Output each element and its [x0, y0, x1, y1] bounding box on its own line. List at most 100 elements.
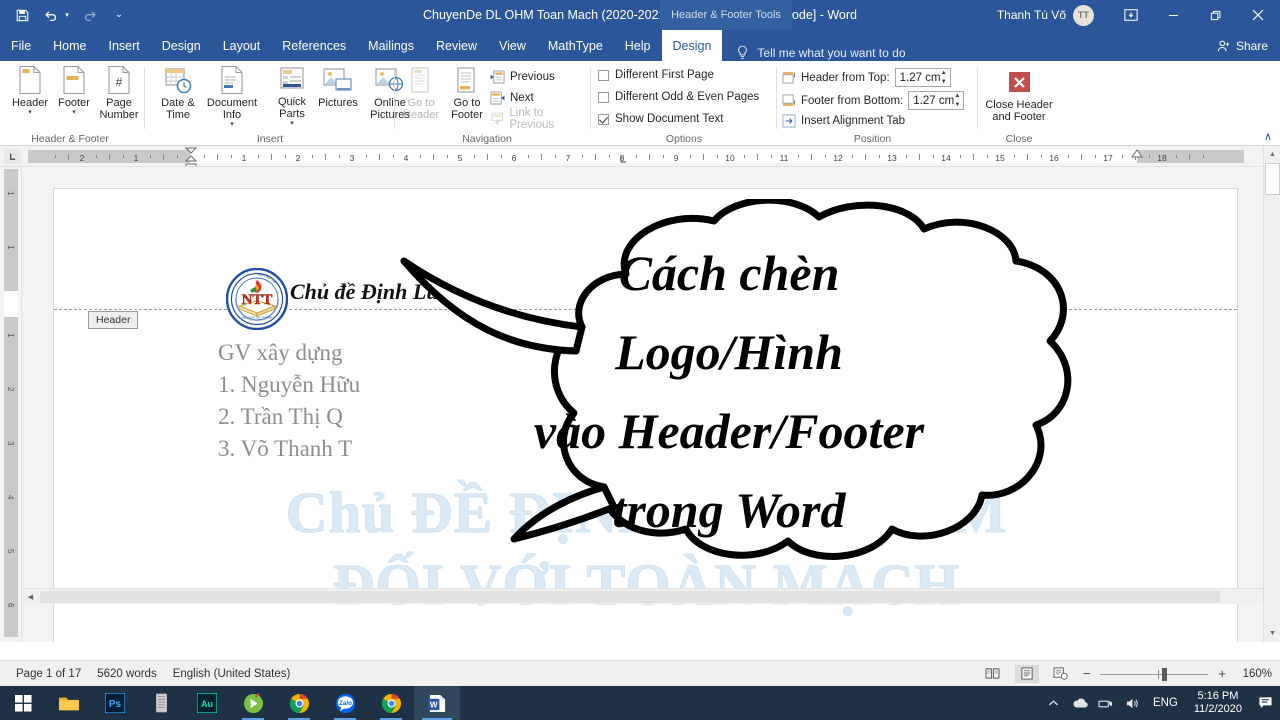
- tab-layout[interactable]: Layout: [212, 30, 272, 61]
- tab-help[interactable]: Help: [614, 30, 662, 61]
- link-to-previous-icon: [491, 112, 504, 125]
- quick-parts-icon: [279, 65, 305, 94]
- chrome-2-icon[interactable]: [368, 686, 414, 720]
- ruler-tick: 3: [349, 153, 355, 163]
- page-number-button[interactable]: # Page Number: [90, 65, 148, 127]
- zoom-out-button[interactable]: −: [1083, 666, 1091, 681]
- word-count[interactable]: 5620 words: [97, 668, 156, 680]
- show-document-text-checkbox[interactable]: Show Document Text: [598, 113, 723, 125]
- ruler-tick: 7: [565, 153, 571, 163]
- action-center-icon[interactable]: [1250, 686, 1280, 720]
- horizontal-scroll-thumb[interactable]: [40, 590, 1220, 603]
- document-info-button[interactable]: Document Info ▾: [200, 65, 264, 128]
- go-to-footer-button[interactable]: Go to Footer: [444, 65, 490, 127]
- link-to-previous-button[interactable]: Link to Previous: [490, 107, 588, 131]
- ribbon-separator-1: [144, 67, 145, 129]
- unikey-icon[interactable]: [138, 686, 184, 720]
- different-first-page-checkbox[interactable]: Different First Page: [598, 69, 714, 81]
- close-button[interactable]: [1236, 0, 1280, 30]
- scroll-down-icon[interactable]: ▼: [1264, 625, 1280, 642]
- start-button[interactable]: [0, 686, 46, 720]
- tab-mathtype[interactable]: MathType: [537, 30, 614, 61]
- school-logo[interactable]: TRUONG THPT NTT NGUYEN TAT THANH: [225, 267, 289, 331]
- zoom-slider-knob[interactable]: [1162, 667, 1168, 681]
- previous-label: Previous: [510, 71, 555, 83]
- show-hidden-icons[interactable]: [1041, 686, 1067, 720]
- zoom-in-button[interactable]: +: [1218, 666, 1226, 681]
- collapse-ribbon-icon[interactable]: ∧: [1264, 130, 1272, 143]
- read-mode-icon[interactable]: [981, 665, 1005, 683]
- checkbox-box: [598, 91, 609, 103]
- avatar[interactable]: TT: [1073, 4, 1094, 26]
- share-button[interactable]: Share: [1217, 30, 1268, 61]
- tell-me-box[interactable]: Tell me what you want to do: [736, 45, 906, 61]
- horizontal-scrollbar[interactable]: ◀ ▶: [22, 588, 1280, 604]
- close-header-footer-button[interactable]: Close Header and Footer: [977, 67, 1061, 129]
- restore-button[interactable]: [1194, 0, 1236, 30]
- tab-design[interactable]: Design: [151, 30, 212, 61]
- document-info-caret-icon[interactable]: ▾: [230, 121, 234, 128]
- zalo-icon[interactable]: Zalo: [322, 686, 368, 720]
- clock-time: 5:16 PM: [1197, 690, 1239, 702]
- page-indicator[interactable]: Page 1 of 17: [16, 668, 81, 680]
- vertical-scrollbar[interactable]: ▲ ▼: [1263, 146, 1280, 642]
- ribbon-display-options-icon[interactable]: [1110, 0, 1152, 30]
- tab-header-footer-design[interactable]: Design: [661, 30, 723, 61]
- different-odd-even-checkbox[interactable]: Different Odd & Even Pages: [598, 91, 759, 103]
- tab-stop-selector[interactable]: [4, 149, 21, 164]
- document-canvas[interactable]: Chủ ĐỀ ĐỊNH LUẬT OHM ĐỐI VỚI TOÀN MẠCH H…: [22, 167, 1280, 642]
- spinner-arrows[interactable]: ▲ ▼: [954, 93, 960, 108]
- web-layout-icon[interactable]: [1049, 665, 1073, 683]
- volume-icon[interactable]: [1119, 686, 1145, 720]
- tab-mailings[interactable]: Mailings: [357, 30, 425, 61]
- tab-view[interactable]: View: [488, 30, 537, 61]
- tab-file[interactable]: File: [0, 30, 42, 61]
- insert-alignment-tab-button[interactable]: Insert Alignment Tab: [782, 114, 905, 128]
- footer-icon: [61, 65, 87, 95]
- date-time-button[interactable]: Date & Time: [152, 65, 204, 127]
- footer-from-bottom-input[interactable]: 1.27 cm ▲ ▼: [908, 91, 965, 110]
- footer-caret-icon[interactable]: ▾: [72, 109, 76, 116]
- zoom-level[interactable]: 160%: [1236, 668, 1272, 680]
- ribbon-group-navigation: Go to Header Go to Footer Previous Next …: [398, 61, 588, 146]
- tab-insert[interactable]: Insert: [98, 30, 151, 61]
- network-icon[interactable]: [1093, 686, 1119, 720]
- horizontal-ruler[interactable]: 2 1 1 2 3 4 5 6 7 8 9 10 11 12 13 14 15 …: [0, 146, 1280, 167]
- vertical-scroll-thumb[interactable]: [1265, 163, 1280, 195]
- word-icon[interactable]: W: [414, 686, 460, 720]
- header-button-label: Header: [11, 97, 49, 109]
- next-button[interactable]: Next: [490, 89, 534, 107]
- clock-date: 11/2/2020: [1193, 703, 1242, 715]
- file-explorer-icon[interactable]: [46, 686, 92, 720]
- quick-parts-caret-icon[interactable]: ▾: [290, 120, 294, 127]
- onedrive-icon[interactable]: [1067, 686, 1093, 720]
- tab-review[interactable]: Review: [425, 30, 488, 61]
- tab-home[interactable]: Home: [42, 30, 97, 61]
- minimize-button[interactable]: [1152, 0, 1194, 30]
- checkbox-box: [598, 69, 609, 81]
- footer-from-bottom-value: 1.27 cm: [913, 94, 955, 107]
- photoshop-icon[interactable]: Ps: [92, 686, 138, 720]
- header-from-top-input[interactable]: 1.27 cm ▲ ▼: [894, 68, 951, 87]
- audition-icon[interactable]: Au: [184, 686, 230, 720]
- tab-references[interactable]: References: [271, 30, 357, 61]
- language-indicator[interactable]: English (United States): [173, 668, 291, 680]
- camtasia-icon[interactable]: [230, 686, 276, 720]
- previous-button[interactable]: Previous: [490, 68, 555, 86]
- print-layout-icon[interactable]: [1014, 664, 1039, 683]
- language-indicator[interactable]: ENG: [1145, 697, 1186, 709]
- document-page[interactable]: Chủ ĐỀ ĐỊNH LUẬT OHM ĐỐI VỚI TOÀN MẠCH H…: [53, 188, 1238, 642]
- bubble-line: Cách chèn: [618, 245, 840, 301]
- scroll-up-icon[interactable]: ▲: [1264, 146, 1280, 163]
- go-to-header-button[interactable]: Go to Header: [398, 65, 444, 127]
- svg-text:Zalo: Zalo: [339, 699, 352, 706]
- lightbulb-icon: [736, 45, 750, 61]
- chrome-icon[interactable]: [276, 686, 322, 720]
- zoom-slider[interactable]: [1100, 666, 1209, 682]
- clock[interactable]: 5:16 PM 11/2/2020: [1186, 690, 1250, 716]
- pictures-button[interactable]: Pictures: [311, 65, 365, 127]
- scroll-left-icon[interactable]: ◀: [22, 589, 39, 605]
- header-caret-icon[interactable]: ▾: [28, 109, 32, 116]
- vertical-ruler[interactable]: 1 1 1 2 3 4 5 6: [0, 167, 22, 642]
- spinner-arrows[interactable]: ▲ ▼: [941, 70, 947, 85]
